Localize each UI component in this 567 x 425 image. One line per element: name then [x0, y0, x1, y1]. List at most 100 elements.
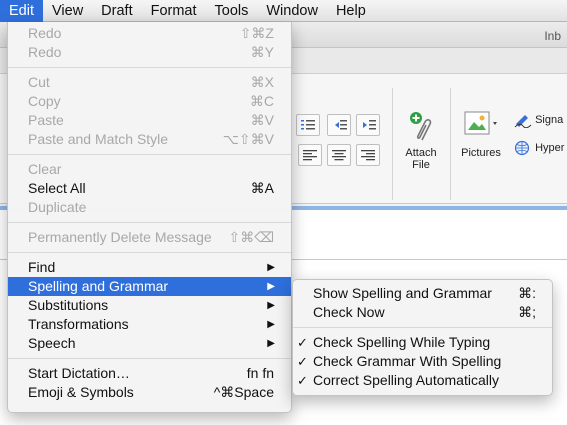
spelling-grammar-submenu: Show Spelling and Grammar ⌘: Check Now ⌘… [292, 279, 553, 396]
submenu-arrow-icon: ▶ [267, 300, 275, 311]
menu-item-clear[interactable]: Clear [8, 160, 291, 179]
menu-separator [8, 67, 291, 68]
pictures-label: Pictures [461, 147, 501, 159]
menu-item-label: Correct Spelling Automatically [313, 372, 499, 388]
ribbon-separator [392, 88, 393, 200]
menu-item-start-dictation[interactable]: Start Dictation… fn fn [8, 364, 291, 383]
menu-item-paste[interactable]: Paste ⌘V [8, 111, 291, 130]
menu-edit[interactable]: Edit [0, 0, 43, 22]
submenu-arrow-icon: ▶ [267, 319, 275, 330]
menu-item-shortcut: ⇧⌘⌫ [228, 229, 274, 245]
align-center-button[interactable] [327, 144, 351, 166]
menu-item-shortcut: ⌘Y [250, 44, 274, 60]
menu-item-shortcut: ⌘A [250, 180, 274, 196]
menu-item-duplicate[interactable]: Duplicate [8, 198, 291, 217]
align-left-button[interactable] [298, 144, 322, 166]
attach-file-button[interactable]: Attach File [398, 110, 444, 171]
menu-help[interactable]: Help [327, 0, 375, 22]
picture-icon [464, 111, 497, 135]
menu-separator [293, 327, 552, 328]
align-center-icon [332, 150, 346, 161]
menu-bar: Edit View Draft Format Tools Window Help [0, 0, 567, 22]
menu-tools[interactable]: Tools [206, 0, 258, 22]
dropdown-arrow-icon [493, 122, 497, 125]
menu-item-paste-match-style[interactable]: Paste and Match Style ⌥⇧⌘V [8, 130, 291, 149]
menu-separator [8, 154, 291, 155]
decrease-indent-button[interactable] [327, 114, 351, 136]
align-right-button[interactable] [356, 144, 380, 166]
menu-item-label: Clear [28, 161, 62, 177]
menu-item-label: Check Spelling While Typing [313, 334, 491, 350]
paperclip-icon [410, 112, 432, 141]
hyperlink-button[interactable]: Hyper [514, 140, 564, 156]
menu-item-permanently-delete[interactable]: Permanently Delete Message ⇧⌘⌫ [8, 228, 291, 247]
menu-item-label: Spelling and Grammar [28, 278, 169, 294]
menu-item-substitutions[interactable]: Substitutions ▶ [8, 296, 291, 315]
menu-view[interactable]: View [43, 0, 92, 22]
menu-item-shortcut: ⌘V [250, 112, 274, 128]
menu-separator [8, 222, 291, 223]
submenu-arrow-icon: ▶ [267, 262, 275, 273]
menu-item-cut[interactable]: Cut ⌘X [8, 73, 291, 92]
menu-item-transformations[interactable]: Transformations ▶ [8, 315, 291, 334]
submenu-arrow-icon: ▶ [267, 281, 275, 292]
menu-item-label: Show Spelling and Grammar [313, 285, 492, 301]
checkmark-icon: ✓ [297, 354, 308, 369]
menu-separator [8, 358, 291, 359]
menu-item-copy[interactable]: Copy ⌘C [8, 92, 291, 111]
menu-item-label: Redo [28, 44, 62, 60]
menu-item-label: Paste [28, 112, 64, 128]
attach-label-line1: Attach [405, 147, 437, 159]
menu-item-label: Permanently Delete Message [28, 229, 212, 245]
menu-item-shortcut: ⌘: [518, 285, 536, 301]
hyperlink-label: Hyper [535, 141, 565, 154]
submenu-item-show-spelling[interactable]: Show Spelling and Grammar ⌘: [293, 284, 552, 303]
menu-item-shortcut: ^⌘Space [213, 384, 274, 400]
menu-item-shortcut: ⇧⌘Z [239, 25, 274, 41]
menu-item-label: Cut [28, 74, 50, 90]
menu-item-label: Check Grammar With Spelling [313, 353, 502, 369]
menu-item-emoji-symbols[interactable]: Emoji & Symbols ^⌘Space [8, 383, 291, 402]
menu-item-label: Transformations [28, 316, 129, 332]
submenu-item-check-now[interactable]: Check Now ⌘; [293, 303, 552, 322]
menu-item-label: Copy [28, 93, 61, 109]
checkmark-icon: ✓ [297, 335, 308, 350]
numbered-list-button[interactable] [296, 114, 320, 136]
menu-item-redo[interactable]: Redo ⇧⌘Z [8, 24, 291, 43]
menu-draft[interactable]: Draft [92, 0, 141, 22]
menu-separator [8, 252, 291, 253]
submenu-item-check-spelling-typing[interactable]: ✓ Check Spelling While Typing [293, 333, 552, 352]
menu-item-speech[interactable]: Speech ▶ [8, 334, 291, 353]
menu-item-spelling-and-grammar[interactable]: Spelling and Grammar ▶ [8, 277, 291, 296]
menu-item-label: Find [28, 259, 56, 275]
menu-format[interactable]: Format [142, 0, 206, 22]
menu-item-shortcut: ⌘C [249, 93, 274, 109]
ribbon-separator [450, 88, 451, 200]
menu-item-label: Speech [28, 335, 76, 351]
submenu-arrow-icon: ▶ [267, 338, 275, 349]
menu-item-label: Paste and Match Style [28, 131, 169, 147]
globe-icon [514, 140, 530, 156]
signature-icon [514, 115, 532, 129]
menu-item-find[interactable]: Find ▶ [8, 258, 291, 277]
menu-item-redo-alt[interactable]: Redo ⌘Y [8, 43, 291, 62]
signature-button[interactable]: Signa [514, 112, 564, 129]
menu-window[interactable]: Window [257, 0, 327, 22]
menu-item-shortcut: ⌘X [250, 74, 274, 90]
menu-item-shortcut: ⌘; [518, 304, 536, 320]
align-left-icon [303, 150, 317, 161]
edit-menu: Redo ⇧⌘Z Redo ⌘Y Cut ⌘X Copy ⌘C Paste ⌘V… [7, 22, 292, 413]
attach-label-line2: File [412, 159, 430, 171]
menu-item-select-all[interactable]: Select All ⌘A [8, 179, 291, 198]
menu-item-shortcut: ⌥⇧⌘V [222, 131, 274, 147]
menu-item-label: Start Dictation… [28, 365, 130, 381]
submenu-item-check-grammar[interactable]: ✓ Check Grammar With Spelling [293, 352, 552, 371]
window-title: Inb [544, 29, 561, 43]
menu-item-label: Emoji & Symbols [28, 384, 134, 400]
signature-label: Signa [535, 113, 564, 126]
pictures-button[interactable]: Pictures [455, 110, 507, 159]
submenu-item-correct-automatically[interactable]: ✓ Correct Spelling Automatically [293, 371, 552, 390]
menu-item-label: Select All [28, 180, 86, 196]
increase-indent-button[interactable] [356, 114, 380, 136]
menu-item-label: Substitutions [28, 297, 109, 313]
